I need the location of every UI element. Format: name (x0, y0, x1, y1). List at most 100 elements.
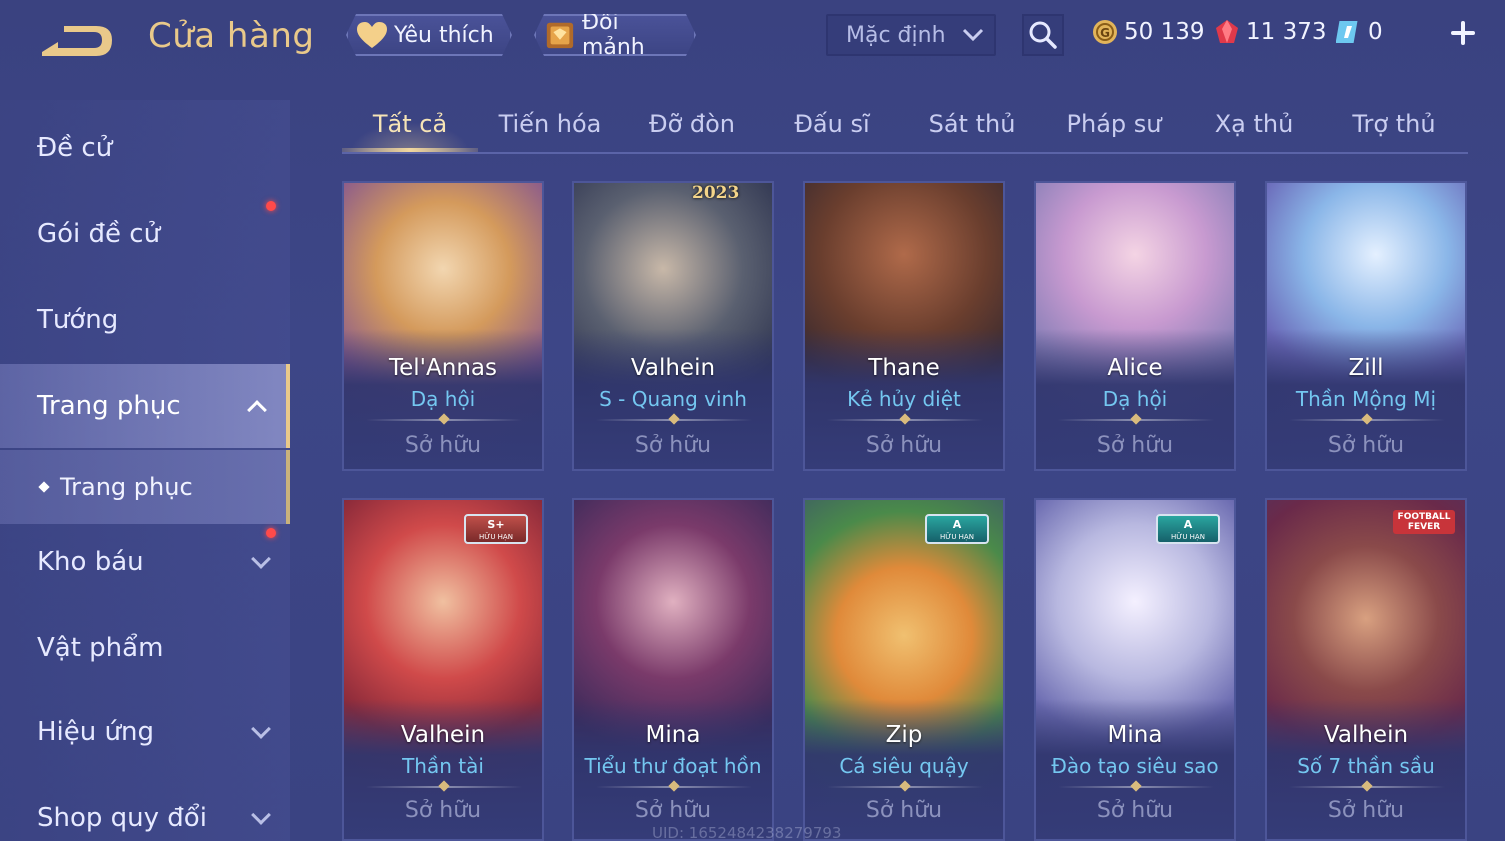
active-tab-underline (342, 148, 478, 152)
tab-assassin[interactable]: Sát thủ (904, 110, 1040, 138)
sidebar-item-label: Đề cử (37, 133, 113, 163)
hero-name: Alice (1107, 355, 1163, 381)
ruby-icon (1216, 20, 1238, 43)
tab-marksman[interactable]: Xạ thủ (1186, 110, 1322, 138)
ownership-status: Sở hữu (1327, 433, 1405, 458)
skin-card[interactable]: 2023 Valhein S - Quang vinh Sở hữu (572, 181, 774, 471)
skin-name: Số 7 thần sầu (1297, 754, 1435, 778)
rank-badge: A HỮU HẠN (1156, 514, 1220, 544)
sidebar-item-treasure[interactable]: Kho báu (0, 520, 290, 604)
ownership-status: Sở hữu (1096, 433, 1174, 458)
skin-name: Dạ hội (1102, 387, 1168, 411)
gold-coin-icon: G (1093, 20, 1117, 44)
sidebar-item-label: Trang phục (60, 473, 193, 501)
skin-tag: FOOTBALL FEVER (1393, 510, 1455, 534)
skin-card[interactable]: Alice Dạ hội Sở hữu (1034, 181, 1236, 471)
top-bar: Cửa hàng Yêu thích Đổi mảnh Mặc định G 5… (0, 0, 1505, 80)
gold-amount: 50 139 (1124, 19, 1205, 45)
notification-dot (266, 528, 276, 538)
skin-name: Kẻ hủy diệt (847, 387, 961, 411)
sidebar-item-label: Vật phẩm (37, 633, 164, 663)
tab-mage[interactable]: Pháp sư (1046, 110, 1182, 138)
skin-card[interactable]: S+ HỮU HẠN Valhein Thần tài Sở hữu (342, 498, 544, 841)
card-divider (1289, 419, 1445, 421)
skin-tag: 2023 (692, 183, 740, 203)
ownership-status: Sở hữu (1096, 798, 1174, 823)
page-title: Cửa hàng (148, 16, 315, 56)
sort-dropdown[interactable]: Mặc định (826, 14, 996, 56)
sidebar-item-effects[interactable]: Hiệu ứng (0, 690, 290, 774)
voucher-currency: 0 (1336, 14, 1383, 50)
badge-rank: S+ (487, 518, 505, 531)
tab-fighter[interactable]: Đấu sĩ (764, 110, 900, 138)
skin-name: Thần tài (402, 754, 484, 778)
exchange-fragments-button[interactable]: Đổi mảnh (534, 14, 696, 56)
skin-card[interactable]: FOOTBALL FEVER Valhein Số 7 thần sầu Sở … (1265, 498, 1467, 841)
voucher-amount: 0 (1368, 19, 1383, 45)
hero-name: Zip (885, 722, 923, 748)
favorite-button[interactable]: Yêu thích (346, 14, 512, 56)
sidebar-item-label: Shop quy đổi (37, 803, 207, 833)
chevron-down-icon (962, 28, 984, 42)
card-divider (1289, 786, 1445, 788)
sidebar: Đề cử Gói đề cử Tướng Trang phục Trang p… (0, 100, 290, 841)
skin-card[interactable]: Thane Kẻ hủy diệt Sở hữu (803, 181, 1005, 471)
back-button[interactable] (36, 18, 118, 62)
ruby-currency: 11 373 (1214, 14, 1326, 50)
rank-badge: A HỮU HẠN (925, 514, 989, 544)
diamond-bullet-icon (38, 481, 50, 493)
tab-tank[interactable]: Đỡ đòn (624, 110, 760, 138)
card-divider (366, 419, 522, 421)
hero-name: Zill (1348, 355, 1384, 381)
search-button[interactable] (1022, 14, 1064, 56)
ownership-status: Sở hữu (404, 433, 482, 458)
sort-value: Mặc định (846, 22, 946, 48)
svg-text:G: G (1100, 26, 1110, 40)
sidebar-item-label: Kho báu (37, 547, 144, 577)
back-arrow-icon (42, 26, 112, 56)
skin-name: Đào tạo siêu sao (1051, 754, 1219, 778)
hero-name: Mina (1107, 722, 1163, 748)
badge-limited: HỮU HẠN (940, 533, 974, 541)
sidebar-item-label: Trang phục (37, 391, 181, 421)
voucher-icon (1336, 21, 1358, 43)
sidebar-item-bundles[interactable]: Gói đề cử (0, 192, 290, 276)
card-divider (827, 419, 983, 421)
sidebar-item-recommended[interactable]: Đề cử (0, 106, 290, 190)
sidebar-item-skins[interactable]: Trang phục (0, 364, 290, 448)
badge-rank: A (1183, 518, 1193, 531)
chevron-up-icon (247, 400, 267, 420)
ownership-status: Sở hữu (634, 798, 712, 823)
add-currency-button[interactable] (1446, 16, 1480, 50)
chevron-down-icon (251, 549, 271, 569)
skin-name: Tiểu thư đoạt hồn (584, 754, 762, 778)
ruby-amount: 11 373 (1246, 19, 1327, 45)
sidebar-item-items[interactable]: Vật phẩm (0, 606, 290, 690)
card-divider (596, 419, 752, 421)
skin-card[interactable]: Zill Thần Mộng Mị Sở hữu (1265, 181, 1467, 471)
heart-icon (356, 21, 388, 49)
hero-name: Tel'Annas (389, 355, 497, 381)
tab-support[interactable]: Trợ thủ (1326, 110, 1462, 138)
ownership-status: Sở hữu (865, 433, 943, 458)
sidebar-item-exchange-shop[interactable]: Shop quy đổi (0, 776, 290, 841)
skin-card[interactable]: Tel'Annas Dạ hội Sở hữu (342, 181, 544, 471)
skin-name: Cá siêu quậy (839, 754, 969, 778)
skin-card[interactable]: A HỮU HẠN Zip Cá siêu quậy Sở hữu (803, 498, 1005, 841)
chevron-down-icon (251, 719, 271, 739)
sidebar-item-label: Tướng (37, 305, 119, 335)
card-divider (596, 786, 752, 788)
hero-name: Valhein (1323, 722, 1409, 748)
skin-card[interactable]: Mina Tiểu thư đoạt hồn Sở hữu (572, 498, 774, 841)
skin-card[interactable]: A HỮU HẠN Mina Đào tạo siêu sao Sở hữu (1034, 498, 1236, 841)
exchange-label: Đổi mảnh (581, 10, 645, 60)
tab-evolution[interactable]: Tiến hóa (482, 110, 618, 138)
category-tabs: Tất cả Tiến hóa Đỡ đòn Đấu sĩ Sát thủ Ph… (342, 100, 1468, 154)
hero-name: Valhein (630, 355, 716, 381)
sidebar-subitem-skins[interactable]: Trang phục (0, 450, 290, 524)
hero-name: Mina (645, 722, 701, 748)
tab-all[interactable]: Tất cả (342, 110, 478, 138)
search-icon (1029, 21, 1057, 49)
hero-name: Thane (868, 355, 940, 381)
sidebar-item-heroes[interactable]: Tướng (0, 278, 290, 362)
